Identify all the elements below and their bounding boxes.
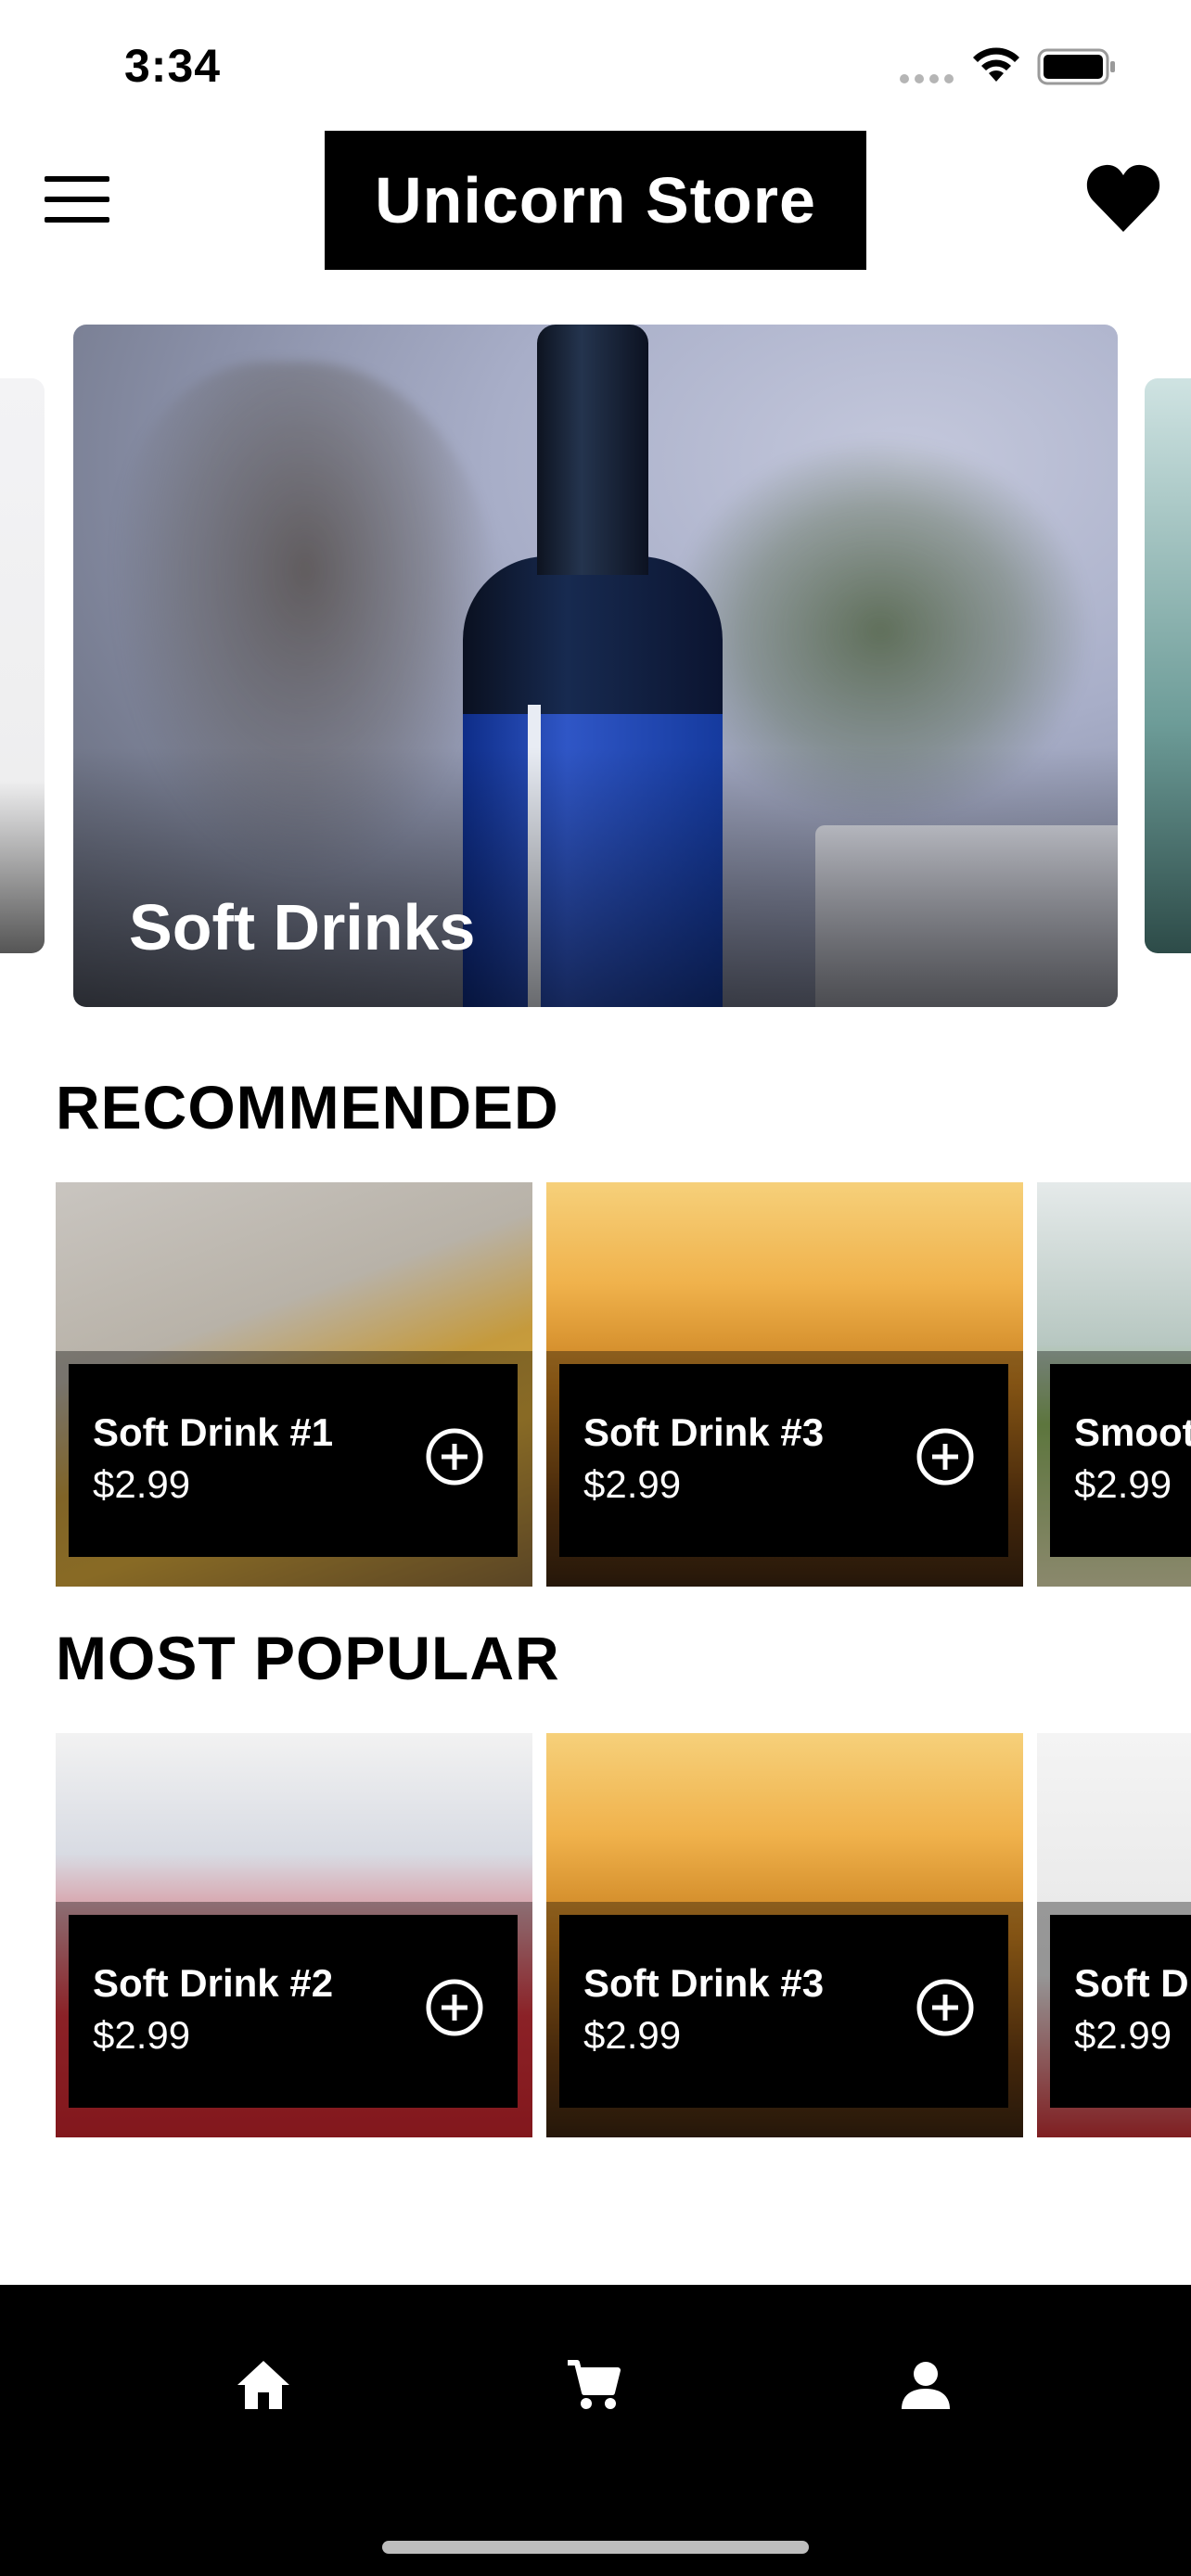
recommended-heading: RECOMMENDED xyxy=(56,1073,559,1141)
featured-carousel[interactable]: Soft Drinks xyxy=(0,325,1191,1011)
status-bar: 3:34 xyxy=(0,0,1191,130)
wifi-icon xyxy=(973,47,1019,82)
product-name: Soft D xyxy=(1074,1961,1189,2005)
add-circle-icon[interactable] xyxy=(916,1427,975,1486)
product-price: $2.99 xyxy=(1074,1462,1172,1506)
home-indicator[interactable] xyxy=(382,2541,809,2554)
featured-category-title: Soft Drinks xyxy=(129,891,476,963)
product-card[interactable]: Soft Drink #1 $2.99 xyxy=(56,1182,532,1587)
product-card[interactable]: Soft Drink #3 $2.99 xyxy=(546,1182,1023,1587)
product-price: $2.99 xyxy=(93,1462,191,1506)
product-info: Soft Drink #1 $2.99 xyxy=(69,1364,518,1557)
profile-icon[interactable] xyxy=(896,2355,955,2415)
product-card[interactable]: Soft Drink #3 $2.99 xyxy=(546,1733,1023,2137)
product-name: Smoot xyxy=(1074,1410,1191,1454)
product-info: Smoot $2.99 xyxy=(1050,1364,1191,1557)
store-logo[interactable]: Unicorn Store xyxy=(325,131,866,270)
cart-icon[interactable] xyxy=(564,2355,623,2415)
carousel-card-previous[interactable] xyxy=(0,378,45,953)
product-info: Soft D $2.99 xyxy=(1050,1915,1191,2108)
heart-icon[interactable] xyxy=(1085,163,1161,234)
product-name: Soft Drink #1 xyxy=(93,1410,334,1454)
store-title: Unicorn Store xyxy=(375,164,816,236)
product-price: $2.99 xyxy=(583,1462,682,1506)
product-name: Soft Drink #3 xyxy=(583,1410,825,1454)
featured-card[interactable]: Soft Drinks xyxy=(73,325,1118,1007)
product-info: Soft Drink #3 $2.99 xyxy=(559,1364,1008,1557)
bottom-tab-bar xyxy=(0,2285,1191,2576)
product-card[interactable]: Soft D $2.99 xyxy=(1037,1733,1191,2137)
product-info: Soft Drink #2 $2.99 xyxy=(69,1915,518,2108)
most-popular-list[interactable]: Soft Drink #2 $2.99 Soft Drink #3 $2.99 … xyxy=(0,1733,1191,2137)
battery-icon xyxy=(1037,48,1115,85)
product-card[interactable]: Smoot $2.99 xyxy=(1037,1182,1191,1587)
product-name: Soft Drink #3 xyxy=(583,1961,825,2005)
product-price: $2.99 xyxy=(583,2013,682,2057)
product-price: $2.99 xyxy=(1074,2013,1172,2057)
menu-icon[interactable] xyxy=(45,176,109,223)
product-card[interactable]: Soft Drink #2 $2.99 xyxy=(56,1733,532,2137)
add-circle-icon[interactable] xyxy=(425,1427,484,1486)
product-info: Soft Drink #3 $2.99 xyxy=(559,1915,1008,2108)
product-price: $2.99 xyxy=(93,2013,191,2057)
add-circle-icon[interactable] xyxy=(425,1978,484,2037)
cellular-signal-icon xyxy=(900,74,954,83)
carousel-card-next[interactable] xyxy=(1145,378,1191,953)
add-circle-icon[interactable] xyxy=(916,1978,975,2037)
product-name: Soft Drink #2 xyxy=(93,1961,334,2005)
most-popular-heading: MOST POPULAR xyxy=(56,1624,560,1692)
home-icon[interactable] xyxy=(234,2355,293,2415)
status-time: 3:34 xyxy=(124,40,222,92)
recommended-list[interactable]: Soft Drink #1 $2.99 Soft Drink #3 $2.99 … xyxy=(0,1182,1191,1587)
